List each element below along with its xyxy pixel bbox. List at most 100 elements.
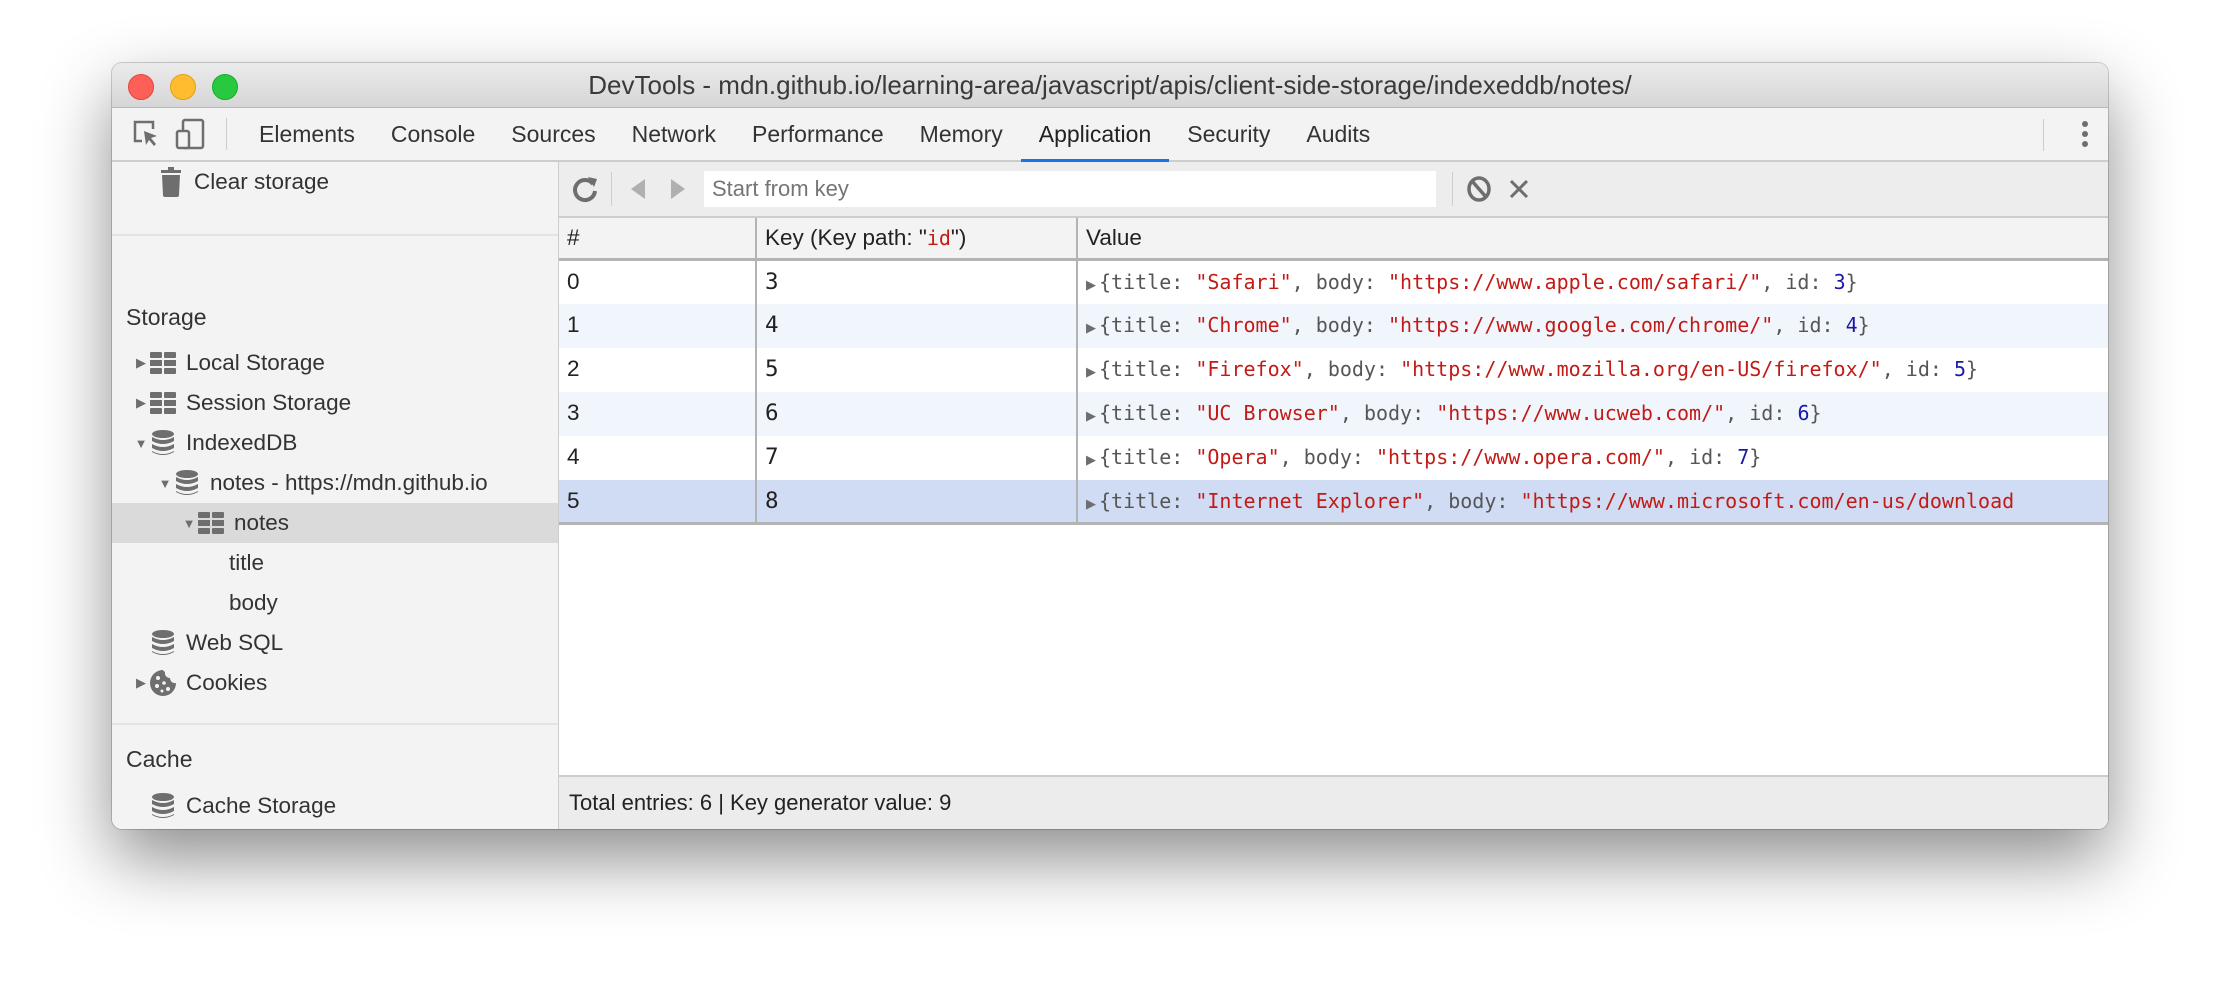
tab-memory[interactable]: Memory [902, 108, 1021, 160]
value-body: "https://www.opera.com/" [1375, 444, 1665, 469]
column-header-index[interactable]: # [559, 218, 757, 261]
refresh-button[interactable] [565, 162, 605, 216]
previous-page-icon [631, 179, 645, 199]
cell-index: 1 [559, 303, 757, 348]
collapse-arrow-icon[interactable]: ▼ [158, 476, 172, 491]
key-header-prefix: Key (Key path: " [765, 225, 927, 250]
expand-arrow-icon[interactable]: ▶ [134, 355, 148, 371]
value-title-label: title: [1111, 270, 1196, 294]
start-from-key-input[interactable] [704, 171, 1436, 207]
tab-console[interactable]: Console [373, 108, 493, 160]
value-close-brace: } [1845, 270, 1858, 294]
sidebar-item-clear-storage[interactable]: Clear storage [112, 162, 558, 202]
tab-performance[interactable]: Performance [734, 108, 902, 160]
sidebar-item-cache-storage[interactable]: Cache Storage [112, 786, 558, 826]
sidebar-item-indexeddb[interactable]: ▼ IndexedDB [112, 423, 558, 463]
close-window-button[interactable] [128, 74, 154, 100]
toolbar-divider [2043, 119, 2044, 151]
value-close-brace: } [1809, 400, 1822, 425]
table-row[interactable]: 2 5 ▶ {title: "Firefox", body: "https://www… [559, 347, 2108, 392]
value-id-label: id: [1689, 444, 1738, 469]
cookie-icon [148, 669, 178, 697]
status-footer: Total entries: 6 | Key generator value: … [559, 775, 2108, 829]
database-icon [148, 429, 178, 457]
value-title-label: title: [1111, 356, 1196, 381]
value-separator: , [1291, 312, 1316, 337]
value-close-brace: } [1857, 312, 1870, 337]
expand-arrow-icon[interactable]: ▶ [1086, 320, 1096, 335]
value-body-label: body: [1327, 356, 1401, 381]
expand-arrow-icon[interactable]: ▶ [1086, 408, 1096, 423]
table-row[interactable]: 0 3 ▶ {title: "Safari", body: "https://www.… [559, 259, 2108, 304]
expand-arrow-icon[interactable]: ▶ [1086, 364, 1096, 379]
table-icon [148, 389, 178, 417]
expand-arrow-icon[interactable]: ▶ [1086, 452, 1096, 467]
cell-value: ▶ {title: "UC Browser", body: "https://ww… [1077, 391, 2108, 436]
column-header-value[interactable]: Value [1077, 218, 2108, 261]
sidebar-item-label: Web SQL [186, 630, 284, 655]
tab-security[interactable]: Security [1169, 108, 1288, 160]
inspect-element-button[interactable] [124, 108, 168, 160]
expand-arrow-icon[interactable]: ▶ [134, 675, 148, 691]
value-title-label: title: [1111, 312, 1196, 337]
sidebar-item-label: body [229, 590, 278, 615]
value-open-brace: { [1099, 356, 1112, 381]
status-text: Total entries: 6 | Key generator value: … [569, 790, 952, 815]
device-toolbar-button[interactable] [168, 108, 212, 160]
delete-selected-button[interactable] [1499, 162, 1539, 216]
sidebar-item-index-title[interactable]: title [112, 543, 558, 583]
sidebar-item-object-store[interactable]: ▼ notes [112, 503, 558, 543]
cell-value: ▶ {title: "Firefox", body: "https://www.m… [1077, 348, 2108, 392]
expand-arrow-icon[interactable]: ▶ [1086, 277, 1096, 292]
sidebar-item-label: IndexedDB [186, 430, 298, 455]
value-id-label: id: [1905, 356, 1954, 381]
table-row[interactable]: 5 8 ▶ {title: "Internet Explorer", body: "h… [559, 479, 2108, 525]
value-open-brace: { [1099, 312, 1112, 337]
cache-section-header: Cache [126, 746, 193, 772]
value-id: 7 [1737, 444, 1750, 469]
column-header-key[interactable]: Key (Key path: "id") [756, 218, 1078, 261]
value-id: 6 [1797, 400, 1810, 425]
sidebar-item-label: Clear storage [194, 169, 330, 194]
value-body: "https://www.google.com/chrome/" [1388, 312, 1774, 337]
sidebar-item-database[interactable]: ▼ notes - https://mdn.github.io [112, 463, 558, 503]
table-row[interactable]: 1 4 ▶ {title: "Chrome", body: "https://www.… [559, 303, 2108, 348]
expand-arrow-icon[interactable]: ▶ [134, 395, 148, 411]
sidebar-item-web-sql[interactable]: Web SQL [112, 623, 558, 663]
collapse-arrow-icon[interactable]: ▼ [182, 516, 196, 531]
database-icon [172, 469, 202, 497]
tab-elements[interactable]: Elements [241, 108, 373, 160]
clear-object-store-button[interactable] [1459, 162, 1499, 216]
tab-application[interactable]: Application [1020, 108, 1170, 162]
cell-key: 3 [756, 259, 1078, 304]
sidebar-item-session-storage[interactable]: ▶ Session Storage [112, 383, 558, 423]
key-header-suffix: ") [950, 225, 967, 250]
sidebar-item-cookies[interactable]: ▶ Cookies [112, 663, 558, 703]
expand-arrow-icon[interactable]: ▶ [1086, 496, 1096, 511]
table-icon [148, 349, 178, 377]
value-body: "https://www.mozilla.org/en-US/firefox/" [1400, 356, 1882, 381]
collapse-arrow-icon[interactable]: ▼ [134, 436, 148, 451]
table-row[interactable]: 4 7 ▶ {title: "Opera", body: "https://www.o… [559, 435, 2108, 480]
value-open-brace: { [1099, 270, 1112, 294]
tab-sources[interactable]: Sources [493, 108, 613, 160]
sidebar-item-application-cache[interactable]: Application Cache [112, 826, 558, 829]
toolbar-divider [226, 118, 227, 150]
kebab-menu-icon[interactable] [2082, 108, 2088, 160]
sidebar-item-index-body[interactable]: body [112, 583, 558, 623]
tab-network[interactable]: Network [614, 108, 734, 160]
title-bar: DevTools - mdn.github.io/learning-area/j… [112, 63, 2108, 108]
next-page-button[interactable] [658, 162, 698, 216]
sidebar-item-local-storage[interactable]: ▶ Local Storage [112, 343, 558, 383]
sidebar-item-label: Session Storage [186, 390, 352, 415]
maximize-window-button[interactable] [212, 74, 238, 100]
tab-audits[interactable]: Audits [1288, 108, 1388, 160]
cell-key: 8 [756, 479, 1078, 525]
value-open-brace: { [1099, 400, 1112, 425]
minimize-window-button[interactable] [170, 74, 196, 100]
previous-page-button[interactable] [618, 162, 658, 216]
delete-selected-icon [1509, 179, 1529, 199]
value-separator: , [1303, 356, 1328, 381]
cell-index: 3 [559, 391, 757, 436]
table-row[interactable]: 3 6 ▶ {title: "UC Browser", body: "https://… [559, 391, 2108, 436]
